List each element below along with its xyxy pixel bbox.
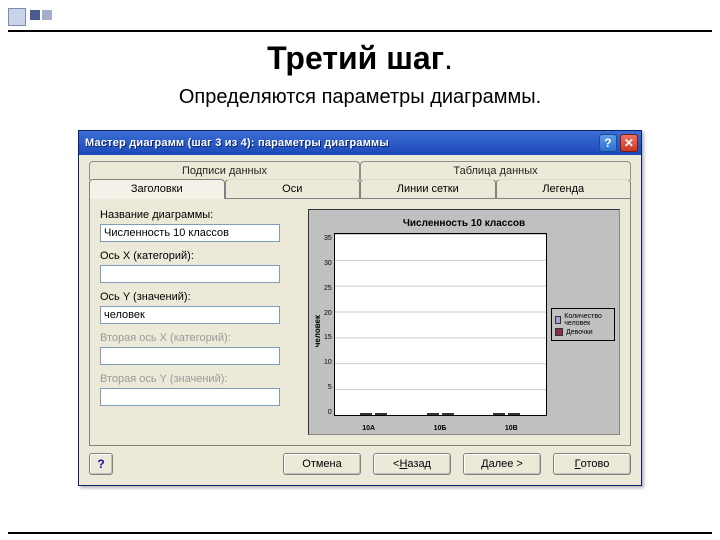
x-tick: 10А <box>362 425 375 432</box>
chart-body: человек 35 30 25 20 15 10 5 0 <box>313 233 615 430</box>
tab-data-labels[interactable]: Подписи данных <box>89 161 360 180</box>
legend-swatch-icon <box>555 316 561 324</box>
finish-button[interactable]: Готово <box>553 453 631 475</box>
titlebar-help-button[interactable]: ? <box>599 134 617 152</box>
y-tick: 35 <box>324 235 332 242</box>
legend-label: Количество человек <box>564 313 611 327</box>
field-y2-axis: Вторая ось Y (значений): <box>100 373 300 406</box>
bar-group <box>422 413 458 415</box>
preview-chart-title: Численность 10 классов <box>313 218 615 229</box>
legend-item: Количество человек <box>555 313 611 327</box>
legend-swatch-icon <box>555 328 563 336</box>
window-title: Мастер диаграмм (шаг 3 из 4): параметры … <box>85 137 596 149</box>
slide-decor <box>8 8 52 26</box>
label-chart-title: Название диаграммы: <box>100 209 300 221</box>
field-y-axis: Ось Y (значений): <box>100 291 300 324</box>
y-tick: 30 <box>324 260 332 267</box>
legend-item: Девочки <box>555 328 611 336</box>
tab-row-front: Заголовки Оси Линии сетки Легенда <box>89 179 631 198</box>
slide-title-dot: . <box>444 40 453 76</box>
tab-row-back: Подписи данных Таблица данных <box>89 161 631 180</box>
slide-title-text: Третий шаг <box>267 40 444 76</box>
help-button[interactable]: ? <box>89 453 113 475</box>
chart-legend: Количество человек Девочки <box>551 308 615 341</box>
bar <box>493 413 505 415</box>
chart-wizard-dialog: Мастер диаграмм (шаг 3 из 4): параметры … <box>78 130 642 486</box>
tab-titles[interactable]: Заголовки <box>89 179 225 198</box>
y-tick: 25 <box>324 285 332 292</box>
bar <box>427 413 439 415</box>
field-x2-axis: Вторая ось X (категорий): <box>100 332 300 365</box>
tab-gridlines[interactable]: Линии сетки <box>360 179 496 198</box>
tab-panel-titles: Название диаграммы: Ось X (категорий): О… <box>89 198 631 446</box>
titlebar-close-button[interactable]: ✕ <box>620 134 638 152</box>
slide-title: Третий шаг. <box>0 40 720 77</box>
y-tick: 0 <box>324 409 332 416</box>
bar <box>360 413 372 415</box>
slide-subtitle: Определяются параметры диаграммы. <box>0 86 720 109</box>
chart-preview: Численность 10 классов человек 35 30 25 … <box>308 209 620 435</box>
bar <box>442 413 454 415</box>
y-ticks: 35 30 25 20 15 10 5 0 <box>324 233 334 430</box>
label-x2-axis: Вторая ось X (категорий): <box>100 332 300 344</box>
x-tick: 10Б <box>434 425 447 432</box>
input-chart-title[interactable] <box>100 224 280 242</box>
legend-label: Девочки <box>566 329 593 336</box>
bar <box>508 413 520 415</box>
slide-bottom-rule <box>8 532 712 534</box>
dialog-client: Подписи данных Таблица данных Заголовки … <box>79 155 641 485</box>
next-button[interactable]: Далее > <box>463 453 541 475</box>
label-y-axis: Ось Y (значений): <box>100 291 300 303</box>
y-axis-label: человек <box>313 315 322 347</box>
tab-data-table[interactable]: Таблица данных <box>360 161 631 180</box>
x-ticks: 10А 10Б 10В <box>333 425 547 432</box>
cancel-button[interactable]: Отмена <box>283 453 361 475</box>
y-tick: 20 <box>324 310 332 317</box>
input-x-axis[interactable] <box>100 265 280 283</box>
y-tick: 10 <box>324 359 332 366</box>
y-tick: 15 <box>324 334 332 341</box>
titles-fields: Название диаграммы: Ось X (категорий): О… <box>100 209 300 435</box>
label-x-axis: Ось X (категорий): <box>100 250 300 262</box>
input-y2-axis <box>100 388 280 406</box>
slide-top-rule <box>8 30 712 32</box>
bar-group <box>489 413 525 415</box>
input-x2-axis <box>100 347 280 365</box>
x-tick: 10В <box>505 425 518 432</box>
tab-axes[interactable]: Оси <box>225 179 361 198</box>
dialog-button-row: ? Отмена < Назад Далее > Готово <box>89 453 631 475</box>
field-chart-title: Название диаграммы: <box>100 209 300 242</box>
plot-area <box>334 233 547 416</box>
label-y2-axis: Вторая ось Y (значений): <box>100 373 300 385</box>
y-tick: 5 <box>324 384 332 391</box>
field-x-axis: Ось X (категорий): <box>100 250 300 283</box>
input-y-axis[interactable] <box>100 306 280 324</box>
back-button[interactable]: < Назад <box>373 453 451 475</box>
bar <box>375 413 387 415</box>
bar-group <box>356 413 392 415</box>
titlebar[interactable]: Мастер диаграмм (шаг 3 из 4): параметры … <box>79 131 641 155</box>
tab-legend[interactable]: Легенда <box>496 179 632 198</box>
